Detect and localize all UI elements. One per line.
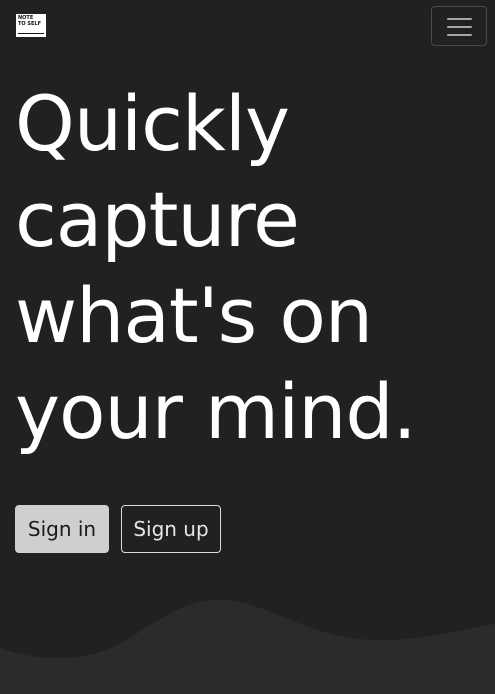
- landing-page: NOTE TO SELF Quickly capture what's on y…: [0, 0, 495, 694]
- hamburger-menu-icon-bar: [447, 34, 472, 36]
- hero-line-3: what's on: [15, 271, 373, 360]
- decorative-wave: [0, 599, 495, 694]
- hero-headline: Quickly capture what's on your mind.: [15, 76, 485, 460]
- wave-shape: [0, 599, 495, 694]
- hero-line-4: your mind.: [15, 367, 417, 456]
- logo-rule: [18, 33, 44, 34]
- hero-line-1: Quickly: [15, 79, 290, 168]
- sign-in-button[interactable]: Sign in: [15, 505, 109, 553]
- note-to-self-logo[interactable]: NOTE TO SELF: [16, 14, 46, 37]
- hamburger-menu-icon: [447, 18, 472, 20]
- hero-line-2: capture: [15, 175, 300, 264]
- sign-up-button[interactable]: Sign up: [121, 505, 221, 553]
- hamburger-menu-icon-bar: [447, 26, 472, 28]
- navbar-toggler-button[interactable]: [431, 6, 487, 46]
- navbar: NOTE TO SELF: [0, 0, 495, 52]
- logo-line-2: TO SELF: [18, 20, 42, 27]
